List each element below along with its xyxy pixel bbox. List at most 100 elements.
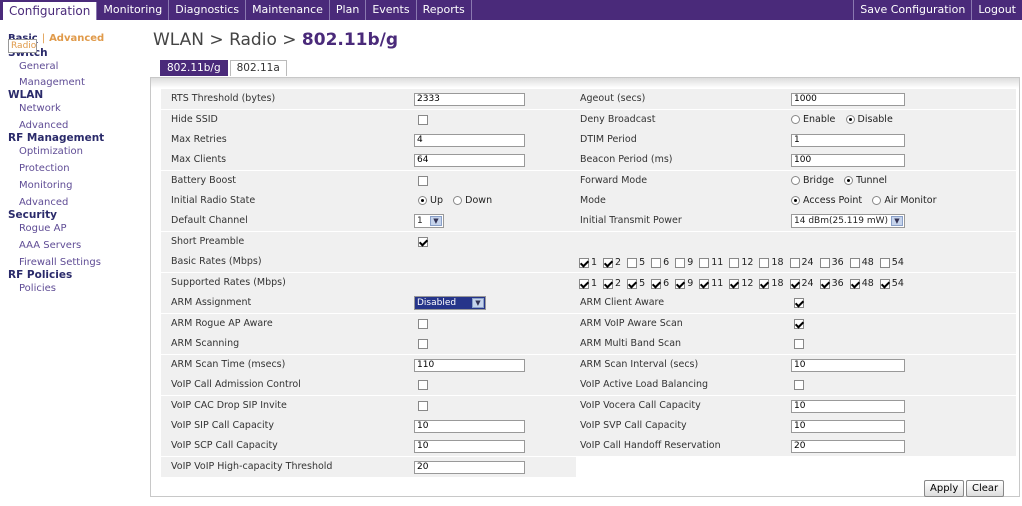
mode-air-monitor-radio[interactable] [872, 196, 882, 205]
rate-checkbox[interactable] [651, 257, 662, 268]
rate-checkbox[interactable] [759, 257, 770, 268]
arm-assignment-label: ARM Assignment [171, 297, 252, 308]
rate-checkbox[interactable] [789, 278, 800, 289]
rate-checkbox[interactable] [651, 278, 662, 289]
mode-access-point-radio[interactable] [791, 196, 800, 205]
rate-option: 2 [603, 278, 621, 290]
initial-transmit-power-label: Initial Transmit Power [580, 215, 682, 226]
hide-ssid-checkbox[interactable] [418, 115, 428, 125]
voip-vocera-input[interactable]: 10 [791, 400, 905, 413]
arm-multi-band-scan-checkbox[interactable] [794, 339, 804, 349]
arm-rogue-ap-aware-checkbox[interactable] [418, 319, 428, 329]
nav-configuration[interactable]: Configuration [3, 2, 98, 20]
arm-voip-aware-scan-checkbox[interactable] [794, 319, 804, 329]
nav-plan[interactable]: Plan [330, 0, 367, 20]
rate-checkbox[interactable] [627, 278, 638, 289]
sidebar-item-network[interactable]: Network [8, 102, 138, 115]
radio-state-down-radio[interactable] [453, 196, 463, 205]
arm-scanning-checkbox[interactable] [418, 339, 428, 349]
sidebar-item-monitoring[interactable]: Monitoring [8, 179, 138, 192]
sidebar-item-management[interactable]: Management [8, 76, 138, 89]
rate-checkbox[interactable] [699, 278, 710, 289]
rate-checkbox[interactable] [579, 278, 589, 289]
rate-checkbox[interactable] [603, 278, 614, 289]
tab-80211bg[interactable]: 802.11b/g [160, 60, 228, 76]
deny-broadcast-disable-radio[interactable] [845, 115, 855, 124]
voip-scp-input[interactable]: 10 [414, 440, 525, 453]
rate-option: 2 [603, 257, 621, 269]
dtim-period-input[interactable]: 1 [791, 134, 905, 147]
voip-cac-checkbox[interactable] [418, 380, 428, 390]
arm-client-aware-checkbox[interactable] [794, 298, 804, 308]
arm-assignment-select[interactable]: Disabled ▼ [414, 296, 486, 310]
beacon-period-input[interactable]: 100 [791, 154, 905, 167]
deny-broadcast-enable-radio[interactable] [791, 115, 800, 124]
form-row: Default Channel 1 ▼ Initial Transmit Powe… [161, 211, 1016, 231]
nav-monitoring[interactable]: Monitoring [97, 0, 170, 20]
arm-scan-time-input[interactable]: 110 [414, 359, 525, 372]
radio-state-up-radio[interactable] [418, 196, 427, 205]
rate-checkbox[interactable] [789, 257, 800, 268]
rate-checkbox[interactable] [627, 257, 638, 268]
initial-transmit-power-select[interactable]: 14 dBm(25.119 mW) ▼ [791, 214, 905, 228]
save-configuration-link[interactable]: Save Configuration [853, 0, 971, 20]
sidebar-item-aaa-servers[interactable]: AAA Servers [8, 239, 138, 252]
rate-checkbox[interactable] [849, 278, 860, 289]
mode-label: Mode [580, 195, 606, 206]
rate-checkbox[interactable] [879, 257, 890, 268]
sidebar-item-optimization[interactable]: Optimization [8, 145, 138, 158]
nav-events[interactable]: Events [366, 0, 417, 20]
sidebar-item-radio[interactable]: Radio [8, 39, 38, 53]
max-clients-input[interactable]: 64 [414, 154, 525, 167]
rts-threshold-input[interactable]: 2333 [414, 93, 525, 106]
tab-80211a[interactable]: 802.11a [229, 60, 287, 76]
rate-checkbox[interactable] [603, 257, 614, 268]
rate-checkbox[interactable] [729, 278, 740, 289]
rate-checkbox[interactable] [675, 278, 686, 289]
radio-tabs: 802.11b/g 802.11a [160, 60, 289, 76]
voip-active-lb-checkbox[interactable] [794, 380, 804, 390]
voip-svp-input[interactable]: 10 [791, 420, 905, 433]
voip-hc-threshold-input[interactable]: 20 [414, 461, 525, 474]
sidebar-item-firewall-settings[interactable]: Firewall Settings [8, 256, 138, 269]
rate-checkbox[interactable] [849, 257, 860, 268]
nav-diagnostics[interactable]: Diagnostics [169, 0, 247, 20]
rate-checkbox[interactable] [819, 257, 830, 268]
sidebar: Basic|Advanced Switch General Management… [8, 32, 138, 295]
voip-cac-drop-checkbox[interactable] [418, 401, 428, 411]
apply-button[interactable]: Apply [924, 480, 965, 497]
rate-checkbox[interactable] [819, 278, 830, 289]
clear-button[interactable]: Clear [966, 480, 1005, 497]
battery-boost-checkbox[interactable] [418, 176, 428, 186]
rate-checkbox[interactable] [729, 257, 740, 268]
sidebar-item-policies[interactable]: Policies [8, 282, 138, 295]
rate-checkbox[interactable] [579, 257, 589, 268]
form-row: VoIP CAC Drop SIP Invite VoIP Vocera Cal… [161, 396, 1016, 416]
hide-ssid-label: Hide SSID [171, 114, 218, 125]
logout-link[interactable]: Logout [971, 0, 1022, 20]
forward-mode-bridge-radio[interactable] [791, 176, 800, 185]
sidebar-item-rogue-ap[interactable]: Rogue AP [8, 222, 138, 235]
rate-option: 5 [627, 278, 645, 290]
advanced-link[interactable]: Advanced [49, 33, 104, 44]
short-preamble-checkbox[interactable] [418, 237, 428, 247]
rate-label: 9 [687, 257, 694, 268]
voip-sip-input[interactable]: 10 [414, 420, 525, 433]
rate-checkbox[interactable] [879, 278, 890, 289]
rate-checkbox[interactable] [675, 257, 686, 268]
sidebar-item-rf-advanced[interactable]: Advanced [8, 196, 138, 209]
arm-scan-interval-input[interactable]: 10 [791, 359, 905, 372]
sidebar-item-general[interactable]: General [8, 60, 138, 73]
voip-handoff-input[interactable]: 20 [791, 440, 905, 453]
nav-reports[interactable]: Reports [417, 0, 472, 20]
rate-checkbox[interactable] [699, 257, 710, 268]
sidebar-item-wlan-advanced[interactable]: Advanced [8, 119, 138, 132]
forward-mode-tunnel-radio[interactable] [844, 176, 854, 185]
rate-label: 1 [591, 278, 598, 289]
rate-checkbox[interactable] [759, 278, 770, 289]
ageout-input[interactable]: 1000 [791, 93, 905, 106]
max-retries-input[interactable]: 4 [414, 134, 525, 147]
default-channel-select[interactable]: 1 ▼ [414, 214, 444, 228]
nav-maintenance[interactable]: Maintenance [246, 0, 330, 20]
sidebar-item-protection[interactable]: Protection [8, 162, 138, 175]
